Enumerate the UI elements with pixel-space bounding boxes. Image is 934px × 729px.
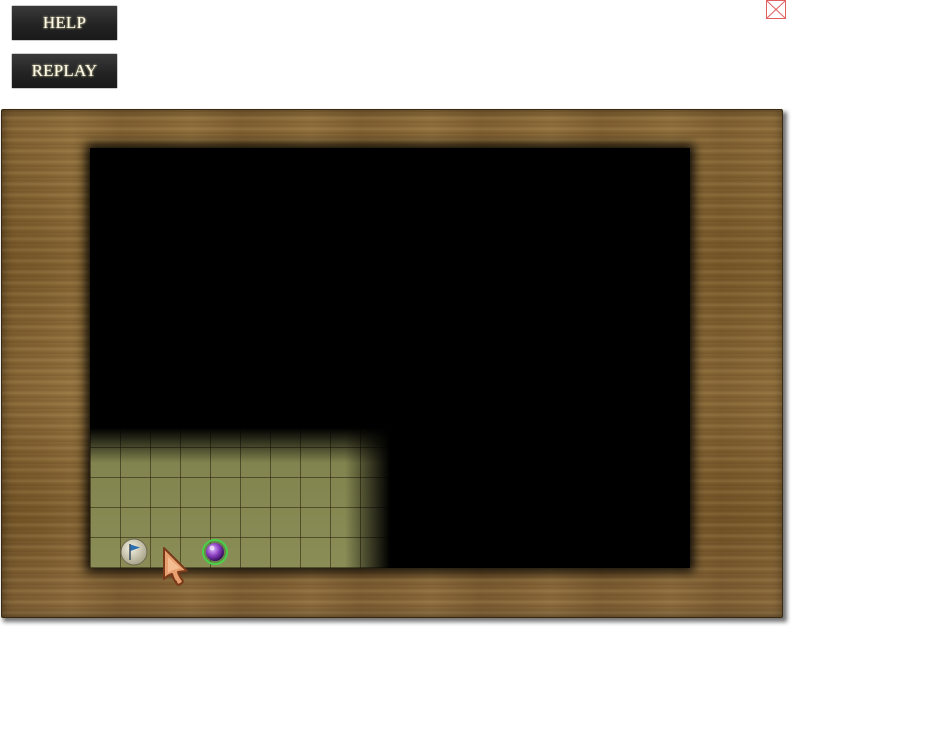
- player-cursor-icon[interactable]: [160, 545, 190, 587]
- help-button[interactable]: HELP: [12, 6, 117, 40]
- game-page: HELP REPLAY: [0, 0, 934, 729]
- orb-icon[interactable]: [201, 538, 229, 566]
- replay-button[interactable]: REPLAY: [12, 54, 117, 88]
- flag-icon[interactable]: [120, 538, 148, 566]
- fog-top: [90, 148, 690, 568]
- close-icon[interactable]: [766, 0, 786, 19]
- game-grid[interactable]: [90, 148, 690, 568]
